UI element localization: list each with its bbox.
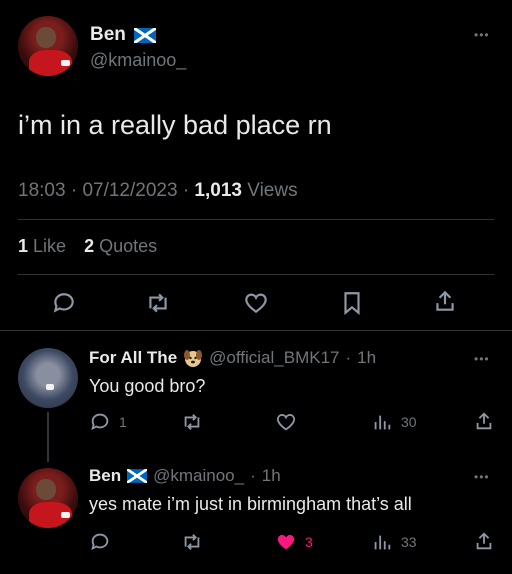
reply-header: Ben @kmainoo_ · 1h [89,466,281,486]
scotland-flag-icon [133,27,156,43]
retweet-icon[interactable] [145,290,171,316]
meta-separator: · [345,348,352,367]
more-dots-icon[interactable]: ••• [474,28,490,42]
analytics-icon[interactable] [371,411,393,433]
share-icon[interactable] [432,288,458,314]
reply-author-avatar[interactable] [18,348,78,408]
likes-label: Like [33,236,67,256]
meta-separator: · [70,180,83,201]
meta-separator: · [250,466,256,485]
tweet-date[interactable]: 07/12/2023 [82,180,177,201]
reply-actions: 3 33 [89,530,499,554]
reply-author-avatar[interactable] [18,468,78,528]
more-dots-icon[interactable]: ••• [474,470,490,484]
divider [18,274,494,275]
divider [0,330,512,331]
retweet-icon[interactable] [181,531,203,553]
tweet-time[interactable]: 18:03 [18,180,66,201]
quotes-stat[interactable]: 2 Quotes [84,236,157,256]
retweet-icon[interactable] [181,411,203,433]
reply-icon[interactable] [51,290,77,316]
reply-count: 1 [119,414,127,430]
views-label: Views [247,180,298,201]
views-count: 1,013 [194,180,242,201]
reply-thread-line [47,412,49,462]
share-icon[interactable] [473,410,495,432]
main-tweet-meta: 18:03 · 07/12/2023 · 1,013 Views [18,180,298,202]
reply-text: You good bro? [89,376,206,396]
likes-stat[interactable]: 1 Like [18,236,71,256]
meta-separator: · [182,180,195,201]
reply-author-name[interactable]: For All The [89,348,177,368]
reply-author-handle[interactable]: @kmainoo_ [153,466,244,486]
engagement-stats: 1 Like 2 Quotes [18,236,157,257]
likes-count: 1 [18,236,29,256]
reply-header: For All The @official_BMK17 · 1h [89,348,376,368]
reply-actions: 1 30 [89,410,499,434]
reply-icon[interactable] [89,531,111,553]
dog-emoji-icon [183,348,203,368]
reply-time[interactable]: 1h [262,466,281,486]
analytics-icon[interactable] [371,531,393,553]
reply-text: yes mate i’m just in birmingham that’s a… [89,494,412,514]
main-author-name[interactable]: Ben [90,24,126,46]
views-count: 30 [401,414,417,430]
more-dots-icon[interactable]: ••• [474,352,490,366]
main-author-avatar[interactable] [18,16,78,76]
heart-icon[interactable] [243,290,269,316]
share-icon[interactable] [473,530,495,552]
main-tweet-text: i’m in a really bad place rn [18,110,332,140]
heart-filled-icon[interactable] [275,531,297,553]
views-count: 33 [401,534,417,550]
scotland-flag-icon [127,469,148,483]
main-author-name-row[interactable]: Ben [90,23,156,47]
heart-icon[interactable] [275,411,297,433]
divider [18,219,494,220]
reply-author-handle[interactable]: @official_BMK17 [209,348,339,368]
reply-author-name[interactable]: Ben [89,466,121,486]
reply-time[interactable]: 1h [357,348,376,368]
quotes-count: 2 [84,236,95,256]
reply-icon[interactable] [89,411,111,433]
like-count: 3 [305,534,313,550]
quotes-label: Quotes [99,236,158,256]
main-author-handle[interactable]: @kmainoo_ [90,50,186,71]
bookmark-icon[interactable] [339,290,365,316]
